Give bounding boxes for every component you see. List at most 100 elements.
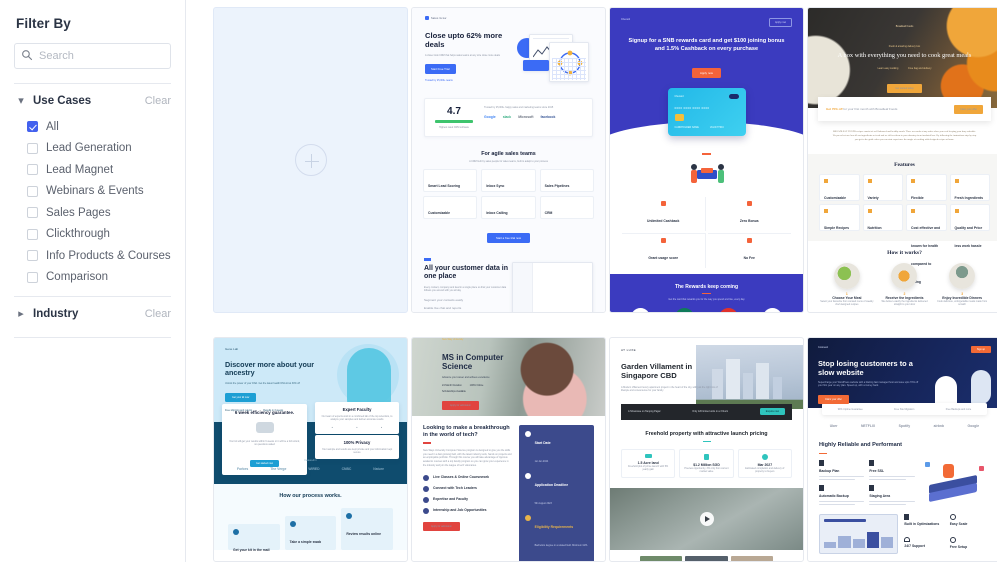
badge-item: Free Site Migration: [894, 407, 915, 411]
expert-card: Expert Faculty Our team of experts work …: [315, 402, 399, 434]
checkbox-icon[interactable]: [27, 164, 38, 176]
checkbox-icon[interactable]: [27, 271, 38, 283]
rewards-section: The Rewards keep coming Get the card tha…: [610, 273, 803, 312]
rating-caption: Highest rated CRM software: [438, 126, 470, 130]
privacy-card: 100% Privacy Your sample and results are…: [315, 435, 399, 459]
logo-microsoft: Microsoft: [518, 115, 534, 120]
feature-icon: [869, 485, 875, 492]
template-brand: Sales Grow: [425, 16, 446, 20]
how-step: 3 Enjoy Incredible Dinners Cook deliciou…: [935, 263, 989, 306]
bullet-icon: [423, 474, 429, 481]
step-desc: Cook delicious, unforgettable meals made…: [937, 300, 988, 307]
info-icon: [524, 431, 531, 437]
filter-option-lead-magnet[interactable]: Lead Magnet: [14, 159, 171, 181]
template-subcopy: Unlock the power of your DNA. Get the la…: [225, 381, 300, 385]
feature-item: Automatic Backup: [819, 485, 865, 506]
benefit-item: Unlimited Cashback: [622, 196, 706, 231]
brand-mark-icon: [425, 16, 429, 20]
template-cta: Apply now: [692, 67, 721, 78]
promo-highlight: Get 70% off: [826, 107, 843, 111]
promo-cta-button: Claim your offer: [954, 104, 983, 114]
filter-option-sales-pages[interactable]: Sales Pages: [14, 202, 171, 224]
benefit-icon: [746, 200, 752, 206]
checkbox-checked-icon[interactable]: [27, 121, 38, 133]
feature-icon: [954, 209, 959, 214]
filter-option-all[interactable]: All: [14, 116, 171, 138]
checkbox-icon[interactable]: [27, 185, 38, 197]
checkbox-icon[interactable]: [27, 207, 38, 219]
filter-option-info-products-courses[interactable]: Info Products & Courses: [14, 245, 171, 267]
leaf-illustration: [971, 370, 991, 404]
template-card-dna-ancestry[interactable]: Gene Lab Discover more about your ancest…: [213, 337, 408, 562]
template-card-meal-kit[interactable]: Broadleaf Foods Fresh & amazing delivery…: [807, 7, 997, 313]
reward-icon: [631, 308, 651, 312]
feature-icon: [911, 209, 915, 214]
benefit-icon: [660, 237, 666, 243]
kit-icon: [255, 422, 274, 433]
feature-cell: Simple Recipes: [819, 204, 860, 232]
templates-grid: Sales Grow Close upto 62% more deals A c…: [213, 7, 997, 562]
filter-option-label: Lead Magnet: [46, 163, 114, 176]
filter-option-label: Sales Pages: [46, 206, 111, 219]
template-card-credit-rewards[interactable]: Checard Apply now Signup for a SNB rewar…: [609, 7, 804, 313]
clear-use-cases-button[interactable]: Clear: [145, 95, 171, 107]
feature-icon: [819, 460, 824, 467]
feature-grid: Smart Lead Scoring Inbox Sync Sales Pipe…: [412, 169, 605, 220]
section2-subtitle: Every contact, company and deal in a sin…: [424, 285, 507, 292]
gallery-thumb: [640, 556, 683, 561]
gallery-thumb: [685, 556, 728, 561]
search-input[interactable]: [14, 43, 171, 69]
bullet-item: Internship and Job Opportunities: [423, 507, 512, 514]
template-headline: Close upto 62% more deals: [425, 31, 503, 49]
process-step: Take a simple swab: [284, 516, 337, 550]
checkbox-icon[interactable]: [27, 250, 38, 262]
feature-item: Staging Area: [869, 485, 915, 506]
filter-option-webinars-events[interactable]: Webinars & Events: [14, 181, 171, 203]
section-title: For agile sales teams: [481, 151, 536, 158]
bullet-icon: [423, 496, 429, 503]
filter-group-use-cases-header[interactable]: ▾ Use Cases Clear: [14, 86, 171, 116]
filter-option-clickthrough[interactable]: Clickthrough: [14, 224, 171, 246]
template-headline: Discover more about your ancestry: [225, 360, 315, 378]
card-chip-icon: [674, 113, 684, 121]
section-cta-button: Start a free trial now: [486, 233, 531, 244]
property-card: Mar 2027 Estimated completion and delive…: [737, 449, 792, 479]
info-box: Start Date 1st Jan 2024 Application Deadl…: [518, 425, 594, 561]
info-bar: A Showcase on Tanjong Pagar Only 120 lim…: [621, 403, 792, 420]
video-section[interactable]: [610, 488, 803, 551]
filter-sidebar: Filter By ▾ Use Cases Clear All Lead Gen…: [0, 0, 186, 562]
template-card-sales-crm[interactable]: Sales Grow Close upto 62% more deals A c…: [411, 7, 606, 313]
checkbox-icon[interactable]: [27, 142, 38, 154]
promo-text: for your first month with Broadleaf Food…: [843, 107, 898, 111]
rating-card: 4.7 Highest rated CRM software Trusted b…: [424, 98, 593, 138]
clear-industry-button[interactable]: Clear: [145, 308, 171, 320]
filter-option-lead-generation[interactable]: Lead Generation: [14, 138, 171, 160]
feature-icon: [911, 179, 915, 184]
how-step: 2 Receive the Ingredients We deliver exa…: [878, 263, 932, 306]
step-image: [891, 263, 918, 290]
filter-group-industry-header[interactable]: ▸ Industry Clear: [14, 299, 171, 329]
feature-cell: Inbox Calling: [481, 196, 536, 220]
template-card-web-hosting[interactable]: Codeweb Sign up Stop losing customers to…: [807, 337, 997, 562]
play-button-icon[interactable]: [699, 512, 714, 527]
feature-cell: Inbox Sync: [481, 169, 536, 193]
feature-icon: [867, 179, 872, 184]
filter-group-title: Use Cases: [33, 95, 92, 107]
template-brand: Checard: [621, 18, 631, 21]
intro-paragraph: BROADLEAF FOODS recipes consist of well …: [832, 130, 977, 142]
feature-item: Easy Scale: [949, 514, 990, 532]
sidebar-divider-bottom: [14, 337, 171, 338]
template-subcopy: A Modern Villament luxury apartment proj…: [621, 385, 718, 392]
template-brand: New Way University: [442, 338, 464, 341]
template-card-singapore-property[interactable]: AT LUXE Garden Villament in Singapore CB…: [609, 337, 804, 562]
search-field-wrapper: [14, 43, 171, 69]
checkbox-icon[interactable]: [27, 228, 38, 240]
template-subcopy: Advance your career and achieve excellen…: [442, 375, 490, 379]
filter-option-comparison[interactable]: Comparison: [14, 267, 171, 289]
template-cta: Get started today: [887, 83, 922, 93]
add-new-template-card[interactable]: [213, 7, 408, 313]
people-illustration-icon: [690, 163, 724, 183]
section-title: Freehold property with attractive launch…: [645, 430, 768, 437]
template-card-ms-computer-science[interactable]: New Way University MS in Computer Scienc…: [411, 337, 606, 562]
featured-logo: Nature: [373, 467, 385, 471]
